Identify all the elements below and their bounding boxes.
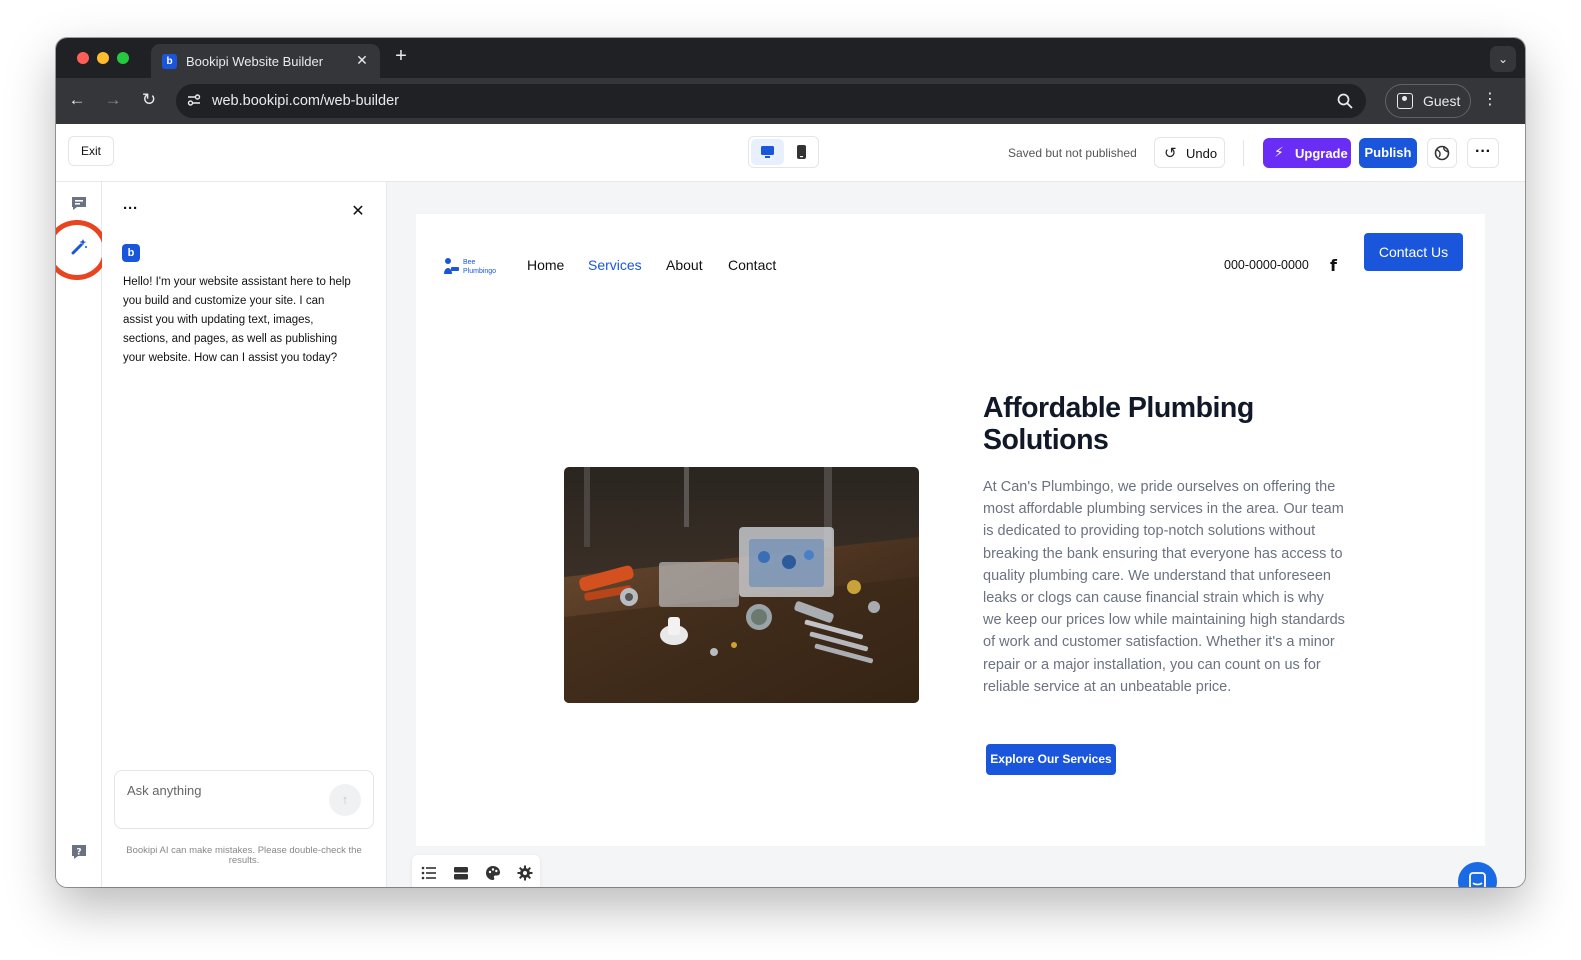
url-text: web.bookipi.com/web-builder	[212, 93, 399, 109]
site-info-icon[interactable]	[185, 92, 203, 110]
nav-home[interactable]: Home	[527, 257, 564, 273]
reload-button[interactable]: ↻	[138, 89, 160, 111]
website-preview[interactable]: Bee Plumbingo Home Services About Contac…	[416, 214, 1485, 846]
assistant-avatar: b	[122, 244, 140, 262]
save-status: Saved but not published	[1008, 146, 1137, 160]
assistant-message: Hello! I'm your website assistant here t…	[123, 276, 351, 364]
help-icon[interactable]: ?	[69, 842, 89, 862]
mobile-view-button[interactable]	[785, 139, 818, 165]
profile-button[interactable]: Guest	[1385, 84, 1471, 118]
left-rail: ?	[56, 182, 108, 887]
header-divider	[1243, 140, 1244, 166]
explore-services-button[interactable]: Explore Our Services	[986, 744, 1116, 775]
nav-services[interactable]: Services	[588, 257, 642, 273]
forward-button[interactable]: →	[102, 89, 124, 111]
send-button[interactable]: ↑	[329, 784, 361, 816]
close-icon[interactable]: ✕	[348, 201, 368, 221]
nav-about[interactable]: About	[666, 257, 703, 273]
upgrade-label: Upgrade	[1295, 146, 1348, 161]
list-icon[interactable]	[420, 864, 438, 882]
maximize-window-button[interactable]	[117, 52, 129, 64]
undo-icon: ↺	[1164, 145, 1177, 162]
sections-icon[interactable]	[452, 864, 470, 882]
desktop-icon	[761, 146, 774, 158]
exit-button[interactable]: Exit	[68, 136, 114, 166]
browser-tab[interactable]: b Bookipi Website Builder ✕	[151, 44, 380, 78]
tab-title: Bookipi Website Builder	[186, 54, 324, 69]
desktop-view-button[interactable]	[751, 139, 784, 165]
profile-icon	[1397, 93, 1413, 109]
search-icon[interactable]	[1336, 92, 1354, 110]
browser-menu-icon[interactable]: ⋮	[1480, 90, 1500, 110]
nav-contact[interactable]: Contact	[728, 257, 776, 273]
ai-chat-input-box: ↑	[114, 770, 374, 829]
facebook-icon[interactable]: f	[1330, 256, 1337, 275]
minimize-window-button[interactable]	[97, 52, 109, 64]
gear-icon[interactable]	[516, 864, 534, 882]
ai-disclaimer: Bookipi AI can make mistakes. Please dou…	[126, 845, 362, 866]
back-button[interactable]: ←	[66, 89, 88, 111]
svg-text:?: ?	[76, 848, 81, 858]
device-toggle	[748, 136, 819, 168]
phone-number: 000-0000-0000	[1224, 258, 1309, 272]
publish-button[interactable]: Publish	[1359, 138, 1417, 168]
browser-toolbar: ← → ↻ web.bookipi.com/web-builder Guest …	[56, 78, 1525, 124]
logo-text-bottom: Plumbingo	[463, 268, 496, 275]
tab-close-icon[interactable]: ✕	[353, 52, 371, 69]
address-bar[interactable]: web.bookipi.com/web-builder	[176, 84, 1366, 118]
logo-text-top: Bee	[463, 259, 476, 266]
ai-panel-menu-icon[interactable]: ···	[123, 200, 138, 217]
mobile-icon	[797, 145, 806, 159]
contact-us-button[interactable]: Contact Us	[1364, 233, 1463, 271]
hero-title: Affordable Plumbing Solutions	[983, 392, 1254, 456]
upgrade-button[interactable]: ⚡ Upgrade	[1263, 138, 1351, 168]
chat-bubble-icon	[1469, 872, 1486, 887]
undo-button[interactable]: ↺ Undo	[1154, 137, 1225, 168]
bookipi-favicon-icon: b	[162, 54, 177, 69]
editor-bottom-toolbar	[412, 855, 540, 887]
hero-body: At Can's Plumbingo, we pride ourselves o…	[983, 479, 1345, 695]
highlight-circle	[56, 220, 108, 280]
more-options-button[interactable]: ···	[1467, 138, 1499, 168]
palette-icon[interactable]	[484, 864, 502, 882]
builder-header: Exit Saved but not published ↺ Undo ⚡ Up…	[56, 124, 1525, 182]
undo-label: Undo	[1186, 146, 1218, 161]
editor-canvas: Bee Plumbingo Home Services About Contac…	[387, 182, 1525, 887]
site-logo[interactable]: Bee Plumbingo	[442, 252, 502, 278]
chat-icon[interactable]	[69, 194, 89, 214]
domain-button[interactable]	[1427, 138, 1457, 168]
tab-search-button[interactable]: ⌄	[1490, 46, 1516, 72]
lightning-icon: ⚡	[1274, 144, 1284, 160]
close-window-button[interactable]	[77, 52, 89, 64]
new-tab-button[interactable]: +	[390, 45, 412, 68]
support-chat-button[interactable]	[1458, 862, 1497, 887]
ask-anything-input[interactable]	[127, 783, 317, 798]
tab-strip: b Bookipi Website Builder ✕ + ⌄	[56, 38, 1525, 78]
profile-label: Guest	[1423, 93, 1461, 109]
globe-icon	[1434, 145, 1450, 161]
browser-window: b Bookipi Website Builder ✕ + ⌄ ← → ↻ we…	[56, 38, 1525, 887]
ai-assistant-panel: ··· ✕ b Hello! I'm your website assistan…	[102, 182, 387, 887]
hero-image[interactable]	[564, 467, 919, 703]
